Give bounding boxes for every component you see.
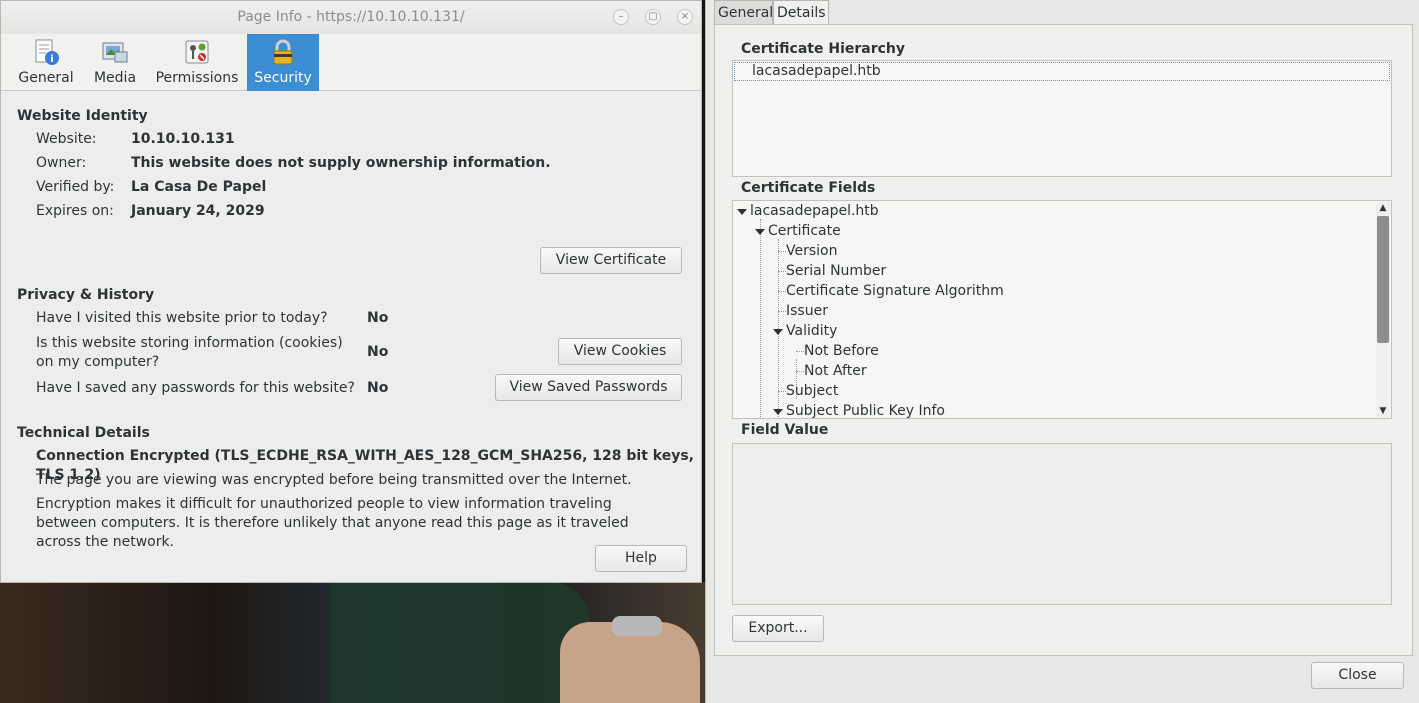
tree-guide-line [796, 351, 804, 352]
svg-text:i: i [50, 54, 53, 65]
privacy-history-heading: Privacy & History [17, 287, 155, 303]
tree-guide-line [778, 251, 786, 252]
technical-details-heading: Technical Details [17, 425, 150, 441]
encryption-line-1: The page you are viewing was encrypted b… [36, 472, 632, 488]
tree-guide-line [760, 219, 761, 418]
expires-on-value: January 24, 2029 [131, 203, 265, 219]
certificate-fields-tree[interactable]: lacasadepapel.htb Certificate Version Se… [732, 200, 1392, 419]
tree-guide-line [796, 371, 804, 372]
tree-item-certificate[interactable]: Certificate [768, 221, 841, 241]
view-certificate-button[interactable]: View Certificate [540, 247, 682, 274]
visited-question: Have I visited this website prior to tod… [36, 310, 328, 326]
tree-item-serial-number[interactable]: Serial Number [786, 261, 886, 281]
scroll-thumb[interactable] [1377, 216, 1389, 343]
details-panel: Certificate Hierarchy lacasadepapel.htb … [714, 24, 1413, 656]
view-saved-passwords-button[interactable]: View Saved Passwords [495, 374, 682, 401]
tree-item-not-after[interactable]: Not After [804, 361, 867, 381]
tab-cert-details[interactable]: Details [773, 0, 829, 25]
security-panel: Website Identity Website: 10.10.10.131 O… [1, 92, 701, 582]
tab-media[interactable]: Media [91, 34, 139, 91]
cookies-question: Is this website storing information (coo… [36, 335, 343, 370]
owner-label: Owner: [36, 155, 87, 171]
scroll-up-arrow-icon[interactable]: ▲ [1376, 202, 1390, 214]
background-sleeve [330, 582, 590, 703]
tab-permissions-label: Permissions [155, 70, 239, 86]
fields-scrollbar[interactable]: ▲ ▼ [1376, 202, 1390, 417]
tab-media-label: Media [93, 70, 137, 86]
hierarchy-item[interactable]: lacasadepapel.htb [734, 62, 1390, 81]
tree-guide-line [778, 311, 786, 312]
verified-by-label: Verified by: [36, 179, 115, 195]
certificate-fields-label: Certificate Fields [741, 180, 876, 196]
tree-guide-line [778, 271, 786, 272]
owner-value: This website does not supply ownership i… [131, 155, 551, 171]
close-window-button[interactable]: × [677, 9, 693, 25]
expand-triangle-icon[interactable] [755, 229, 765, 235]
visited-answer: No [367, 310, 389, 326]
close-button[interactable]: Close [1311, 662, 1404, 689]
media-icon [102, 42, 128, 63]
window-title: Page Info - https://10.10.10.131/ [237, 9, 465, 25]
expand-triangle-icon[interactable] [773, 329, 783, 335]
tab-security[interactable]: Security [247, 34, 319, 91]
scroll-down-arrow-icon[interactable]: ▼ [1376, 405, 1390, 417]
view-cookies-button[interactable]: View Cookies [558, 338, 682, 365]
tree-item-subject-public-key-info[interactable]: Subject Public Key Info [786, 401, 945, 418]
tree-guide-line [778, 391, 786, 392]
tab-permissions[interactable]: Permissions [153, 34, 241, 91]
tree-item-signature-algorithm[interactable]: Certificate Signature Algorithm [786, 281, 1004, 301]
cookies-answer: No [367, 344, 389, 360]
page-info-titlebar[interactable]: Page Info - https://10.10.10.131/ – ▢ × [1, 1, 701, 34]
tree-item-version[interactable]: Version [786, 241, 837, 261]
field-value-label: Field Value [741, 422, 829, 438]
website-label: Website: [36, 131, 97, 147]
tree-item-validity[interactable]: Validity [786, 321, 837, 341]
verified-by-value: La Casa De Papel [131, 179, 267, 195]
certificate-hierarchy-list[interactable]: lacasadepapel.htb [732, 60, 1392, 177]
general-icon: i [35, 39, 59, 65]
website-identity-heading: Website Identity [17, 108, 148, 124]
tree-guide-line [778, 291, 786, 292]
export-button[interactable]: Export... [732, 615, 824, 642]
tab-cert-general[interactable]: General [714, 0, 773, 25]
website-value: 10.10.10.131 [131, 131, 235, 147]
lock-icon [273, 39, 293, 65]
help-button[interactable]: Help [595, 545, 687, 572]
encryption-line-2: Encryption makes it difficult for unauth… [36, 496, 629, 550]
expand-triangle-icon[interactable] [737, 209, 747, 215]
tree-item-subject[interactable]: Subject [786, 381, 838, 401]
tree-item-root[interactable]: lacasadepapel.htb [750, 201, 879, 221]
page-info-tabbar: i General Media Permissions Security [1, 34, 701, 91]
expires-on-label: Expires on: [36, 203, 114, 219]
certificate-viewer-window: General Details Certificate Hierarchy la… [705, 0, 1419, 703]
tab-security-label: Security [254, 70, 312, 86]
page-info-window: Page Info - https://10.10.10.131/ – ▢ × … [0, 0, 702, 583]
permissions-icon [185, 40, 209, 64]
certificate-hierarchy-label: Certificate Hierarchy [741, 41, 906, 57]
tab-general-label: General [18, 70, 74, 86]
field-value-textarea[interactable] [732, 443, 1392, 605]
maximize-button[interactable]: ▢ [645, 9, 661, 25]
desktop-background [0, 582, 706, 703]
background-watch [612, 616, 662, 636]
expand-triangle-icon[interactable] [773, 409, 783, 415]
minimize-button[interactable]: – [613, 9, 629, 25]
passwords-answer: No [367, 380, 389, 396]
tab-general[interactable]: i General [15, 34, 77, 91]
tree-item-issuer[interactable]: Issuer [786, 301, 828, 321]
tree-item-not-before[interactable]: Not Before [804, 341, 879, 361]
passwords-question: Have I saved any passwords for this webs… [36, 380, 355, 396]
